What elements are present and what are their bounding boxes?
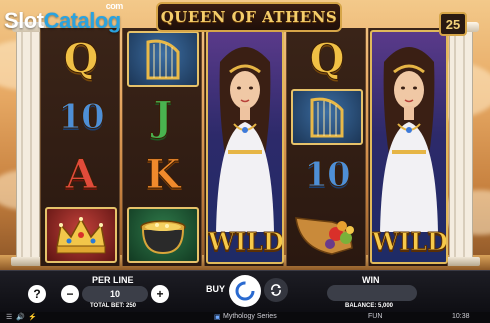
sound-icon[interactable]: 🔊 [16, 313, 25, 321]
symbol-q: Q [63, 35, 99, 82]
buy-feature-button[interactable]: BUY [206, 284, 225, 294]
cornucopia-icon [295, 217, 354, 255]
per-line-value: 10 [82, 286, 148, 302]
symbol-cornucopia [289, 206, 365, 264]
athena-portrait-icon [216, 47, 274, 232]
symbol-cauldron [125, 206, 201, 264]
menu-icon[interactable]: ☰ [6, 313, 12, 321]
spin-button[interactable] [229, 275, 261, 307]
game-title-banner: QUEEN OF ATHENS [156, 2, 342, 32]
game-stage: Q 10 A J K WILD Q 10 WILD [0, 0, 490, 270]
clock-label: 10:38 [452, 313, 470, 320]
left-column [11, 22, 47, 266]
symbol-harp [289, 88, 365, 146]
symbol-q: Q [309, 35, 345, 82]
mode-label: FUN [368, 313, 383, 320]
cauldron-tile [127, 207, 199, 263]
game-title: QUEEN OF ATHENS [160, 8, 338, 26]
lines-count-badge: 25 [439, 12, 467, 36]
right-column [444, 22, 480, 266]
harp-tile [127, 31, 199, 87]
help-button[interactable]: ? [28, 285, 46, 303]
bet-increase-button[interactable]: + [151, 285, 169, 303]
symbol-j: J [153, 93, 173, 140]
symbol-a: A [65, 151, 97, 198]
reel-1: Q 10 A [40, 28, 120, 266]
cauldron-icon [140, 220, 186, 255]
harp-icon [146, 39, 180, 80]
athena-wild-symbol: WILD [206, 30, 284, 264]
athena-portrait-icon [380, 47, 438, 232]
turbo-icon[interactable]: ⚡ [28, 313, 37, 321]
spin-icon [235, 281, 255, 301]
autoplay-icon [271, 284, 281, 296]
crown-tile [45, 207, 117, 263]
reel-5: WILD [368, 28, 448, 266]
balance-label: BALANCE: 5,000 [345, 303, 394, 309]
win-label: WIN [362, 275, 380, 285]
athena-wild-symbol: WILD [370, 30, 448, 264]
status-bar: ☰ 🔊 ⚡ ▣ Mythology Series FUN 10:38 [0, 312, 490, 323]
bet-decrease-button[interactable]: − [61, 285, 79, 303]
harp-icon [310, 97, 344, 138]
harp-tile [291, 89, 363, 145]
reel-3: WILD [204, 28, 284, 266]
reel-4: Q 10 [286, 28, 366, 266]
total-bet-label: TOTAL BET: 250 [90, 303, 137, 309]
series-label: Mythology Series [223, 313, 277, 320]
slotcatalog-watermark: SlotCatalog com [4, 1, 123, 33]
series-logo-icon: ▣ [214, 314, 221, 321]
reel-grid: Q 10 A J K WILD Q 10 WILD [40, 28, 448, 266]
per-line-label: PER LINE [92, 275, 134, 285]
symbol-crown [43, 206, 119, 264]
autoplay-button[interactable] [264, 278, 288, 302]
reel-2: J K [122, 28, 202, 266]
wild-label: WILD [208, 227, 284, 257]
symbol-ten: 10 [304, 155, 351, 195]
symbol-ten: 10 [58, 97, 105, 137]
crown-icon [56, 217, 106, 254]
symbol-k: K [145, 151, 181, 198]
wild-label: WILD [372, 227, 448, 257]
symbol-harp [125, 30, 201, 88]
win-value [327, 285, 417, 301]
